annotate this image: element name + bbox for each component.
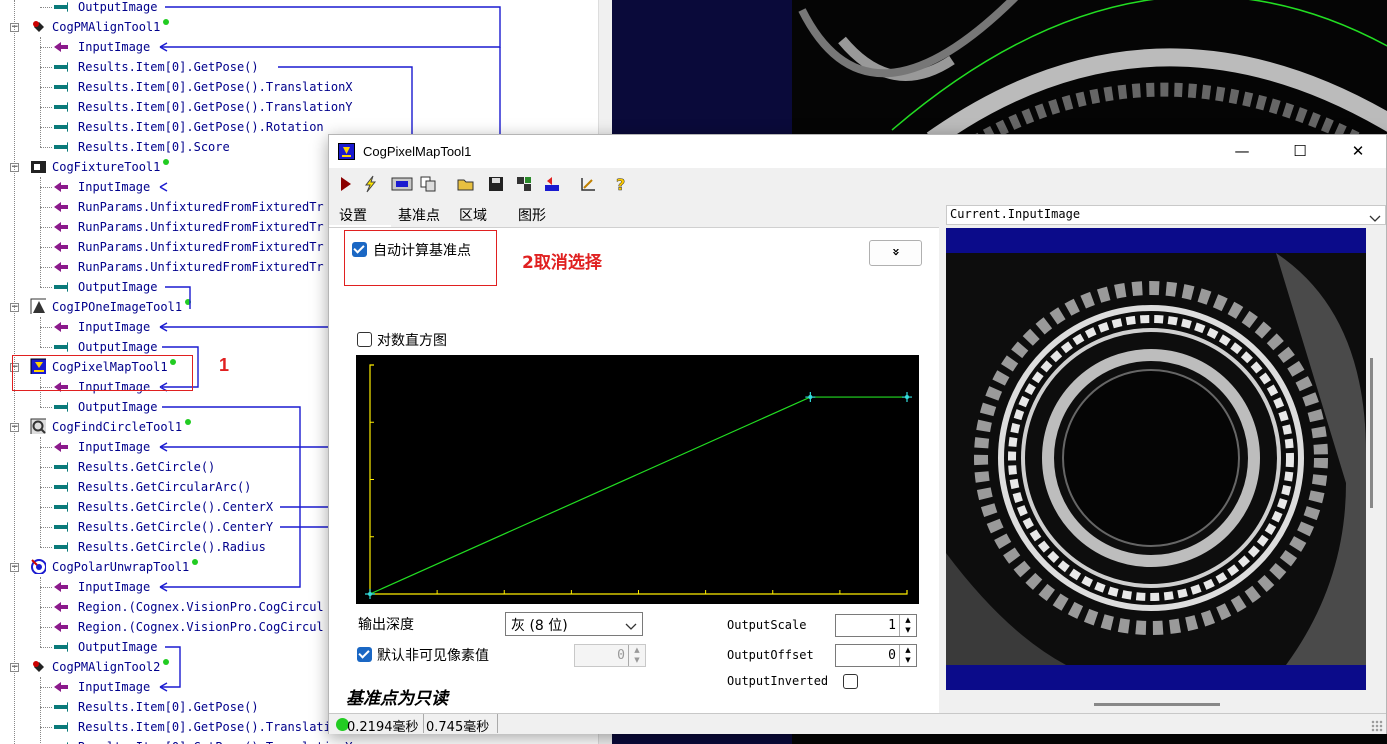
annotation-deselect-text: 2取消选择 [522,253,602,273]
help-icon[interactable]: ? [613,175,631,195]
close-button[interactable]: ✕ [1329,135,1387,168]
display-scrollbar-horizontal[interactable] [1094,703,1220,706]
readonly-notice: 基准点为只读 [346,689,448,709]
log-histogram-label: 对数直方图 [377,333,447,349]
stepper-arrows-icon[interactable]: ▲ ▼ [899,645,916,666]
minimize-button[interactable]: — [1213,135,1271,168]
default-invisible-value: 0 [617,648,625,663]
tab-region[interactable]: 区域 [459,205,487,225]
annotation-box-1 [12,355,193,391]
save-icon[interactable] [487,175,505,193]
chevron-double-down-icon: » [888,247,904,257]
toolbar: ? [329,168,1386,200]
tab-graphics[interactable]: 图形 [518,205,546,225]
status-bar: 0.2194毫秒 0.745毫秒 [329,713,1386,735]
output-depth-select[interactable]: 灰 (8 位) [505,612,643,636]
pixel-map-chart[interactable] [356,355,919,604]
electric-icon[interactable] [361,175,379,193]
run-icon[interactable] [337,175,355,193]
settings-panel: 自动计算基准点 2取消选择 » 对数直方图 输出深度 灰 (8 位) 默认非可见… [329,227,939,715]
chart-point [905,395,909,400]
default-invisible-checkbox[interactable] [357,647,372,662]
output-offset-value: 0 [888,648,896,663]
image-display[interactable] [946,228,1373,690]
output-depth-label: 输出深度 [358,617,414,633]
default-invisible-value-stepper[interactable]: 0 ▲ ▼ [574,644,646,667]
copy-icon[interactable] [419,175,437,193]
output-inverted-label: OutputInverted [727,674,829,688]
stepper-arrows-icon[interactable]: ▲ ▼ [899,615,916,636]
image-buffer-value: Current.InputImage [950,207,1081,221]
title-bar[interactable]: CogPixelMapTool1 — ☐ ✕ [329,135,1386,168]
display-bottom-band [946,665,1366,690]
output-inverted-checkbox[interactable] [843,674,858,689]
log-histogram-checkbox[interactable] [357,332,372,347]
measure-icon[interactable] [579,175,597,193]
chevron-down-icon [1369,209,1381,228]
output-scale-value: 1 [888,618,896,633]
tab-reference-points[interactable]: 基准点 [398,205,440,225]
chart-background [356,355,919,604]
output-scale-stepper[interactable]: 1 ▲ ▼ [835,614,917,637]
pixelmap-app-icon [338,143,355,160]
chevron-down-icon [625,617,637,636]
chart-point [368,592,372,596]
status-time-tool: 0.745毫秒 [426,720,490,735]
pixelmap-tool-window: CogPixelMapTool1 — ☐ ✕ ? 设置 基准点 区域 图形 自动… [328,134,1387,735]
maximize-button[interactable]: ☐ [1271,135,1329,168]
chart-point [808,395,813,400]
snapshot-icon[interactable] [515,175,533,193]
image-display-pane: Current.InputImage [944,203,1386,713]
auto-compute-checkbox[interactable] [352,242,367,257]
expand-button[interactable]: » [869,240,922,266]
display-scrollbar-vertical[interactable] [1370,358,1373,508]
annotation-number-1: 1 [219,355,230,375]
output-scale-label: OutputScale [727,618,807,632]
output-offset-stepper[interactable]: 0 ▲ ▼ [835,644,917,667]
open-icon[interactable] [457,175,475,193]
image-buffer-select[interactable]: Current.InputImage [946,205,1386,225]
stepper-arrows-icon[interactable]: ▲ ▼ [628,645,645,666]
status-time-total: 0.2194毫秒 [347,720,419,735]
bearing-image [946,253,1366,665]
tab-strip: 设置 基准点 区域 图形 [329,201,569,228]
output-depth-value: 灰 (8 位) [511,618,568,634]
svg-text:?: ? [616,175,625,193]
output-offset-label: OutputOffset [727,648,814,662]
auto-compute-label: 自动计算基准点 [373,243,471,259]
display-icon[interactable] [391,175,413,193]
reset-icon[interactable] [543,175,561,193]
display-top-band [946,228,1366,253]
window-title: CogPixelMapTool1 [363,144,472,159]
tab-settings[interactable]: 设置 [339,205,367,225]
default-invisible-label: 默认非可见像素值 [377,648,489,664]
resize-grip-icon[interactable] [1371,720,1383,732]
